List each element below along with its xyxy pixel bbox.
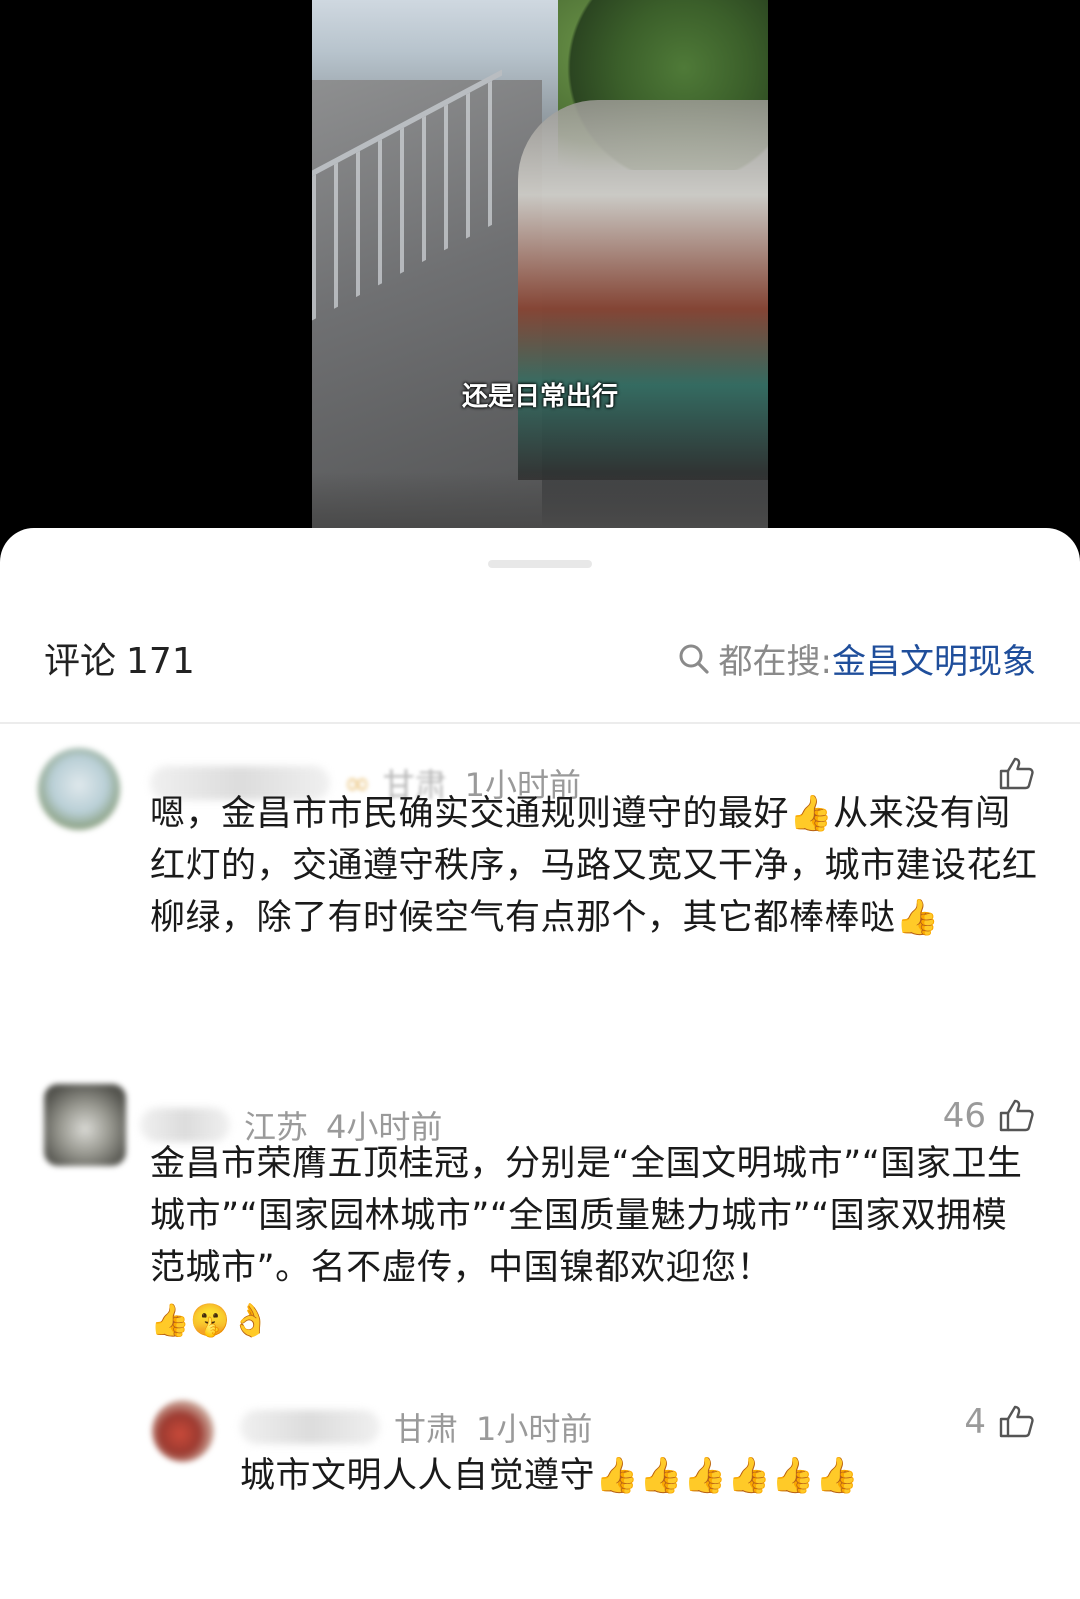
comments-title: 评论 171	[44, 632, 195, 684]
reply-location: 甘肃	[394, 1410, 459, 1448]
comment-text: 嗯，金昌市市民确实交通规则遵守的最好👍从来没有闯红灯的，交通遵守秩序，马路又宽又…	[150, 794, 1038, 938]
like-count: 46	[942, 1096, 986, 1136]
thumbs-up-icon	[999, 1099, 1034, 1132]
hot-search-prefix: 都在搜:	[718, 642, 832, 682]
video-subtitle: 还是日常出行	[461, 382, 618, 412]
video-crowd	[518, 100, 768, 480]
avatar[interactable]	[44, 1084, 126, 1166]
hot-search-term[interactable]: 金昌文明现象	[832, 634, 1036, 683]
reply-meta: 甘肃 1小时前	[240, 1404, 592, 1450]
thumbs-up-icon	[999, 1405, 1034, 1438]
video-player[interactable]: 还是日常出行	[0, 0, 1080, 560]
like-button[interactable]: 46	[943, 1096, 1036, 1136]
drag-handle[interactable]	[488, 560, 592, 568]
comment-item: ∞ 甘肃 1小时前 嗯，金昌市市民确实交通规则遵守的最好👍从来没有闯红灯的，交通…	[0, 724, 1080, 1044]
hot-search-link[interactable]: 都在搜: 金昌文明现象	[677, 634, 1036, 683]
comment-sheet: 评论 171 都在搜: 金昌文明现象 ∞ 甘肃 1小时前 嗯，金昌市市民确实交通…	[0, 528, 1080, 1599]
comments-count: 171	[126, 641, 195, 682]
comment-item: 江苏 4小时前 46 金昌市荣膺五顶桂冠，分别是“全国文明城市”“国家卫生城市”…	[0, 1068, 1080, 1368]
video-frame[interactable]: 还是日常出行	[312, 0, 768, 528]
avatar[interactable]	[38, 748, 120, 830]
comment-text: 金昌市荣膺五顶桂冠，分别是“全国文明城市”“国家卫生城市”“国家园林城市”“全国…	[150, 1144, 1023, 1288]
username-blurred[interactable]	[140, 1108, 230, 1142]
reply-text: 城市文明人人自觉遵守👍👍👍👍👍👍	[240, 1456, 860, 1496]
username-blurred[interactable]	[240, 1410, 380, 1444]
video-bottom-fade	[312, 472, 768, 528]
comments-header: 评论 171 都在搜: 金昌文明现象	[0, 628, 1080, 690]
comment-emojis: 👍🤫👌	[150, 1301, 272, 1339]
like-button[interactable]: 4	[964, 1402, 1036, 1442]
reply-time: 1小时前	[476, 1410, 593, 1448]
like-count: 4	[964, 1402, 986, 1442]
search-icon	[679, 644, 709, 674]
reply-item: 甘肃 1小时前 4 城市文明人人自觉遵守👍👍👍👍👍👍	[0, 1378, 1080, 1528]
avatar[interactable]	[152, 1400, 214, 1462]
comments-label: 评论	[44, 641, 117, 682]
